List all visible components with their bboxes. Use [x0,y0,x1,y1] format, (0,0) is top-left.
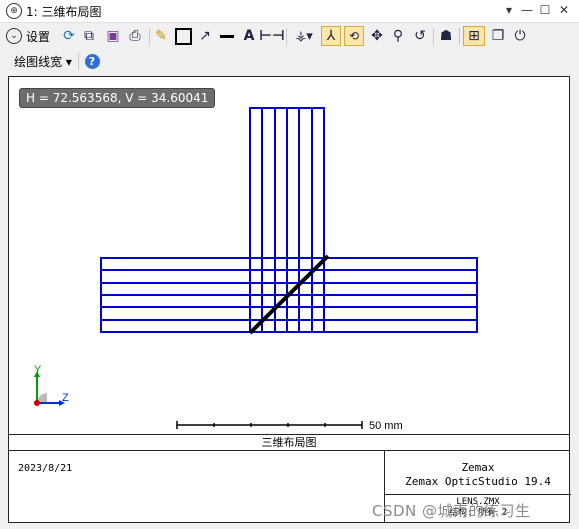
scale-bar-label: 50 mm [369,420,403,432]
footer-software-version: Zemax OpticStudio 19.4 [405,475,551,488]
toolbar-separator [286,28,287,45]
refresh-icon[interactable]: ⟳ [60,26,78,46]
arrow-icon[interactable]: ↗ [196,26,214,46]
footer-divider [384,494,571,495]
close-button[interactable]: ✕ [555,2,573,18]
toolbar-separator [78,53,79,70]
maximize-button[interactable]: ☐ [536,2,554,18]
pan-icon[interactable]: ✥ [368,26,386,46]
app-icon: ⊕ [6,3,22,19]
scale-bar [176,421,363,429]
rotate-icon[interactable]: ⚶▾ [291,26,317,46]
toolbar-separator [459,28,460,45]
minimize-button[interactable]: — [518,2,536,18]
print-icon[interactable]: ⎙ [125,26,145,46]
layout-plot-canvas[interactable]: H = 72.563568, V = 34.60041 Y Z 50 mm [8,76,570,435]
axis-z-label: Z [62,392,69,404]
axis-triad-icon [34,371,65,406]
footer-brand: Zemax Zemax OpticStudio 19.4 [385,461,571,489]
layout-drawing: Y Z 50 mm [34,107,478,432]
line-icon[interactable] [218,26,236,46]
watermark: CSDN @城南的练习生 [372,502,531,520]
reset-icon[interactable]: ↺ [410,26,430,46]
toolbar-separator [149,28,150,45]
window-title: 1: 三维布局图 [26,5,102,19]
ray-trace [100,107,478,333]
lock-icon[interactable]: ⟲ [344,26,364,46]
rectangle-icon[interactable] [174,26,192,46]
footer-plot-title: 三维布局图 [9,435,569,451]
text-icon[interactable]: A [240,26,258,46]
layout-icon[interactable]: ⊞ [463,26,485,46]
footer-brand-name: Zemax [461,461,495,474]
power-icon[interactable]: ⏻ [511,26,529,46]
plot-line-width-dropdown[interactable]: 绘图线宽 ▾ [12,51,74,71]
toolbar-separator [433,28,434,45]
zoom-icon[interactable]: ⚲ [389,26,407,46]
dimension-icon[interactable]: ⊢⊣ [259,26,285,46]
help-icon[interactable]: ? [83,51,101,71]
settings-button[interactable]: ⌄ 设置 [6,26,56,46]
settings-chevron-icon: ⌄ [6,28,22,44]
pencil-icon[interactable]: ✎ [153,26,169,46]
toolbar: ⌄ 设置 ⟳ ⧉ ▣ ⎙ ✎ ↗ A ⊢⊣ ⚶▾ ⅄ ⟲ ✥ ⚲ ↺ ☗ ⊞ ❐… [0,23,579,50]
copy-icon[interactable]: ⧉ [80,26,98,46]
axes-icon[interactable]: ⅄ [321,26,341,46]
toolbar-secondary: 绘图线宽 ▾ ? [0,50,579,72]
footer-date: 2023/8/21 [18,463,73,474]
settings-label: 设置 [26,29,51,44]
window-icon[interactable]: ❐ [488,26,508,46]
axis-y-label: Y [34,364,42,376]
user-icon[interactable]: ☗ [437,26,455,46]
title-bar: ⊕ 1: 三维布局图 ▾ — ☐ ✕ [0,0,579,23]
window-menu-button[interactable]: ▾ [500,2,518,18]
save-icon[interactable]: ▣ [104,26,122,46]
